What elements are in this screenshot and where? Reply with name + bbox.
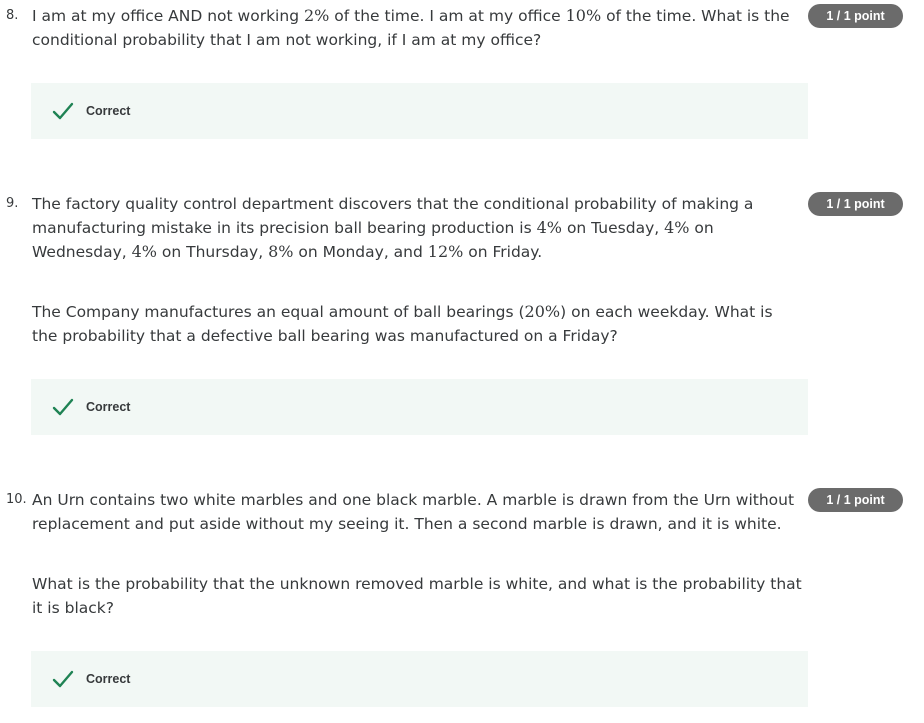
question-text-followup: The Company manufactures an equal amount… — [32, 300, 802, 348]
check-icon — [52, 102, 74, 120]
check-icon — [52, 398, 74, 416]
question-text: The factory quality control department d… — [32, 192, 802, 264]
feedback-label: Correct — [86, 400, 131, 414]
math-value: 2% — [303, 6, 330, 25]
points-badge: 1 / 1 point — [808, 4, 903, 28]
feedback-correct: Correct — [31, 83, 808, 139]
feedback-correct: Correct — [31, 651, 808, 707]
text-run: An Urn contains two white marbles and on… — [32, 491, 795, 533]
question-number: 9. — [6, 196, 19, 211]
text-run: on Monday, and — [293, 243, 428, 261]
math-value: 4% — [536, 218, 563, 237]
question-number: 10. — [6, 492, 27, 507]
text-run: The Company manufactures an equal amount… — [32, 303, 525, 321]
math-value: 4% — [664, 218, 690, 237]
math-value: 8% — [268, 242, 294, 261]
feedback-label: Correct — [86, 672, 131, 686]
question-text-followup: What is the probability that the unknown… — [32, 572, 802, 620]
question-text: I am at my office AND not working 2% of … — [32, 4, 802, 52]
text-run: of the time. I am at my office — [329, 7, 566, 25]
text-run: What is the probability that the unknown… — [32, 575, 802, 617]
math-value: 10% — [565, 6, 602, 25]
check-icon — [52, 670, 74, 688]
text-run: I am at my office AND not working — [32, 7, 304, 25]
math-value: 4% — [131, 242, 157, 261]
points-badge: 1 / 1 point — [808, 488, 903, 512]
math-value: 12% — [427, 242, 464, 261]
feedback-correct: Correct — [31, 379, 808, 435]
math-value: 20% — [524, 302, 561, 321]
question-number: 8. — [6, 8, 19, 23]
question-text: An Urn contains two white marbles and on… — [32, 488, 802, 536]
text-run: on Tuesday, — [562, 219, 665, 237]
points-badge: 1 / 1 point — [808, 192, 903, 216]
text-run: on Thursday, — [156, 243, 269, 261]
feedback-label: Correct — [86, 104, 131, 118]
text-run: on Friday. — [463, 243, 543, 261]
